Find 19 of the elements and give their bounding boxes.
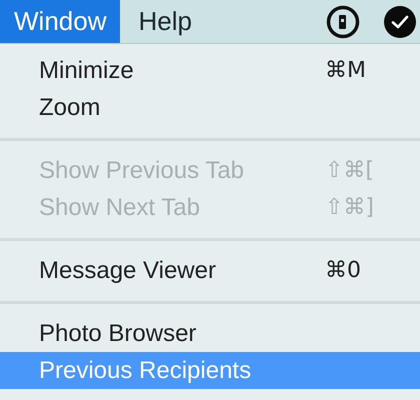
shortcut-label: ⇧⌘]	[325, 194, 376, 222]
menu-item-label: Previous Recipients	[39, 356, 252, 386]
menu-item-label: Show Previous Tab	[39, 156, 244, 186]
menu-item-label: Zoom	[39, 92, 100, 122]
menu-item-label: Show Next Tab	[39, 192, 200, 222]
menu-item[interactable]: Message Viewer ⌘0	[0, 252, 420, 289]
checkmark-icon[interactable]	[384, 6, 416, 38]
menu-item-label: Photo Browser	[39, 318, 196, 348]
menu-item[interactable]: Minimize ⌘M	[0, 52, 420, 89]
menu-item-label: Message Viewer	[39, 256, 216, 286]
menu-item-label: Minimize	[39, 56, 134, 86]
menu-bar-item[interactable]: Window	[0, 0, 120, 43]
shortcut-label: ⌘0	[325, 257, 362, 285]
shortcut-label: ⇧⌘[	[325, 157, 376, 185]
menu-item[interactable]: Photo Browser	[0, 315, 420, 352]
keyhole-icon[interactable]	[326, 4, 360, 38]
shortcut-label: ⌘M	[325, 57, 367, 85]
menu-bar-item[interactable]: Help	[120, 0, 210, 43]
menu-item[interactable]: Zoom	[0, 89, 420, 126]
